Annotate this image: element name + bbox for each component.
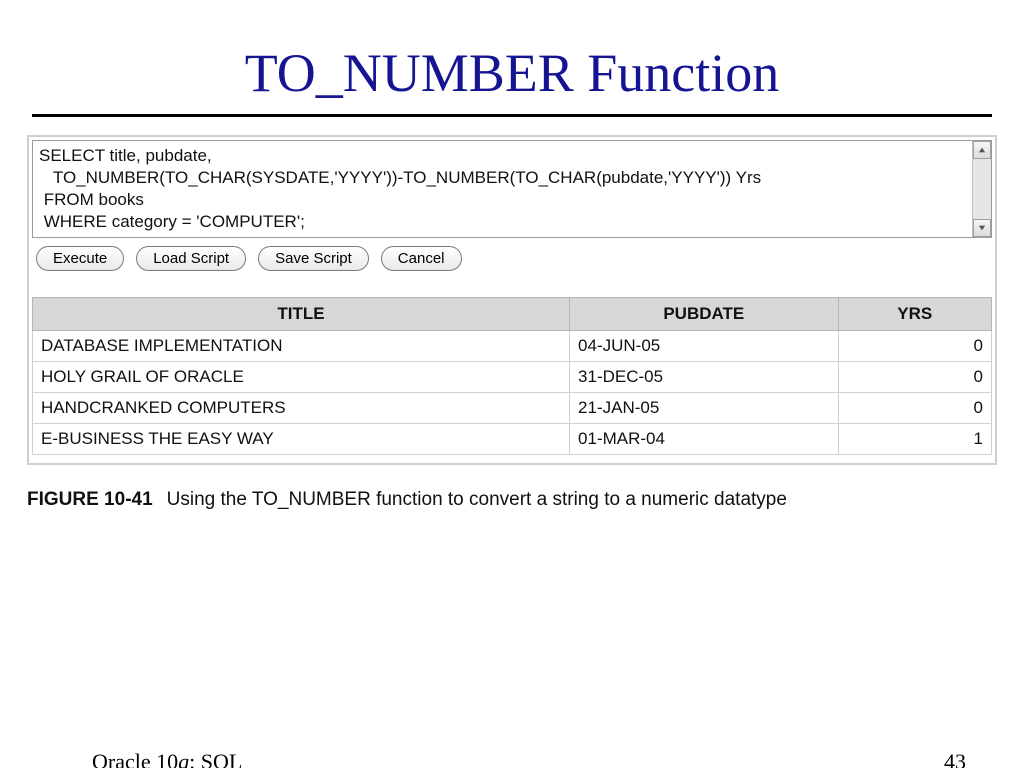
- table-row: DATABASE IMPLEMENTATION 04-JUN-05 0: [33, 331, 992, 362]
- cell-pubdate: 21-JAN-05: [570, 393, 839, 424]
- query-panel: SELECT title, pubdate, TO_NUMBER(TO_CHAR…: [27, 135, 997, 465]
- cell-title: HOLY GRAIL OF ORACLE: [33, 362, 570, 393]
- figure-text: Using the TO_NUMBER function to convert …: [167, 489, 787, 510]
- cancel-button[interactable]: Cancel: [381, 246, 462, 271]
- table-row: HANDCRANKED COMPUTERS 21-JAN-05 0: [33, 393, 992, 424]
- cell-title: HANDCRANKED COMPUTERS: [33, 393, 570, 424]
- title-rule: [32, 114, 992, 117]
- cell-title: E-BUSINESS THE EASY WAY: [33, 424, 570, 455]
- scroll-down-button[interactable]: [973, 219, 991, 237]
- footer-page-number: 43: [944, 749, 966, 768]
- figure-caption: FIGURE 10-41 Using the TO_NUMBER function…: [27, 489, 997, 511]
- table-header-row: TITLE PUBDATE YRS: [33, 298, 992, 331]
- col-header-title: TITLE: [33, 298, 570, 331]
- cell-yrs: 0: [838, 362, 991, 393]
- scrollbar[interactable]: [972, 141, 991, 237]
- cell-yrs: 0: [838, 393, 991, 424]
- footer-book-text: Oracle 10: [92, 749, 178, 768]
- footer-book-italic: g: [178, 749, 189, 768]
- load-script-button[interactable]: Load Script: [136, 246, 246, 271]
- footer-book-tail: : SQL: [189, 749, 242, 768]
- cell-pubdate: 31-DEC-05: [570, 362, 839, 393]
- save-script-button[interactable]: Save Script: [258, 246, 369, 271]
- table-row: HOLY GRAIL OF ORACLE 31-DEC-05 0: [33, 362, 992, 393]
- sql-text[interactable]: SELECT title, pubdate, TO_NUMBER(TO_CHAR…: [33, 141, 991, 237]
- slide: TO_NUMBER Function SELECT title, pubdate…: [0, 42, 1024, 768]
- cell-pubdate: 04-JUN-05: [570, 331, 839, 362]
- cell-title: DATABASE IMPLEMENTATION: [33, 331, 570, 362]
- footer-book: Oracle 10g: SQL: [92, 749, 242, 768]
- page-title: TO_NUMBER Function: [0, 42, 1024, 104]
- chevron-down-icon: [978, 224, 986, 232]
- scroll-up-button[interactable]: [973, 141, 991, 159]
- cell-pubdate: 01-MAR-04: [570, 424, 839, 455]
- figure-label: FIGURE 10-41: [27, 489, 153, 510]
- chevron-up-icon: [978, 146, 986, 154]
- col-header-pubdate: PUBDATE: [570, 298, 839, 331]
- col-header-yrs: YRS: [838, 298, 991, 331]
- sql-editor[interactable]: SELECT title, pubdate, TO_NUMBER(TO_CHAR…: [32, 140, 992, 238]
- cell-yrs: 1: [838, 424, 991, 455]
- cell-yrs: 0: [838, 331, 991, 362]
- execute-button[interactable]: Execute: [36, 246, 124, 271]
- results-table: TITLE PUBDATE YRS DATABASE IMPLEMENTATIO…: [32, 297, 992, 455]
- button-row: Execute Load Script Save Script Cancel: [32, 238, 992, 275]
- table-row: E-BUSINESS THE EASY WAY 01-MAR-04 1: [33, 424, 992, 455]
